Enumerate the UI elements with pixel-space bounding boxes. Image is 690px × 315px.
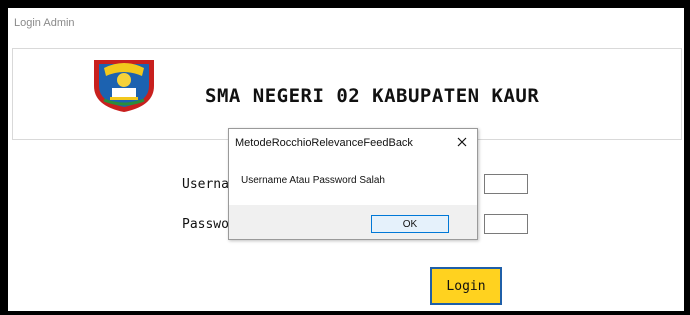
dialog-message: Username Atau Password Salah xyxy=(241,175,385,186)
username-input[interactable] xyxy=(484,174,528,194)
title-bar: Login Admin xyxy=(8,8,684,38)
screen-border-bottom xyxy=(0,311,690,315)
login-button[interactable]: Login xyxy=(430,267,502,305)
school-crest-logo xyxy=(94,60,154,112)
dialog-title: MetodeRocchioRelevanceFeedBack xyxy=(235,137,413,149)
dialog-footer: OK xyxy=(229,205,477,239)
password-input[interactable] xyxy=(484,214,528,234)
window-title: Login Admin xyxy=(14,17,75,29)
screen-border-left xyxy=(0,0,8,315)
header-panel: SMA NEGERI 02 KABUPATEN KAUR xyxy=(12,48,682,140)
close-icon[interactable] xyxy=(453,133,471,151)
screen-border-top xyxy=(0,0,690,8)
ok-button[interactable]: OK xyxy=(371,215,449,233)
error-dialog: MetodeRocchioRelevanceFeedBack Username … xyxy=(228,128,478,240)
password-label: Passwo xyxy=(182,217,229,232)
close-icon-glyph xyxy=(457,137,467,147)
school-name-heading: SMA NEGERI 02 KABUPATEN KAUR xyxy=(205,85,540,107)
screen-border-right xyxy=(684,0,690,315)
